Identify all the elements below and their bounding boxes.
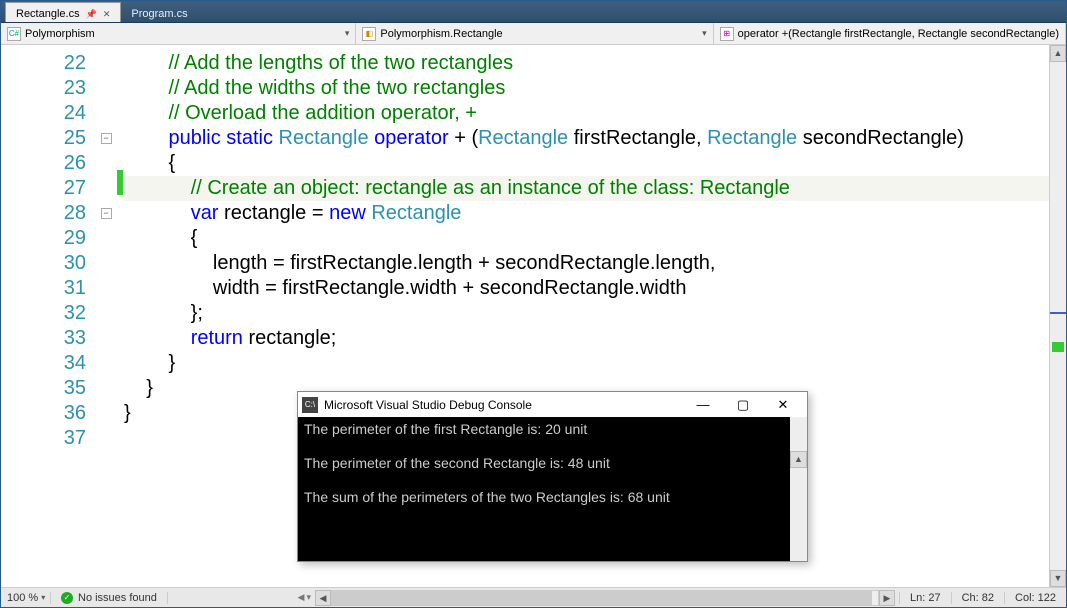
project-name: Polymorphism xyxy=(25,28,95,40)
fold-toggle[interactable]: − xyxy=(101,133,112,144)
navigation-bar: C# Polymorphism ▾ ◧ Polymorphism.Rectang… xyxy=(1,23,1066,45)
line-number-gutter: 22232425262728293031323334353637 xyxy=(1,45,96,587)
caret-col: Col: 122 xyxy=(1004,592,1066,604)
caret-marker xyxy=(1050,312,1066,314)
console-scrollbar[interactable]: ▲ xyxy=(790,417,807,561)
scroll-down-button[interactable]: ▼ xyxy=(1050,570,1066,587)
scroll-track[interactable] xyxy=(1050,62,1066,570)
code-line[interactable]: // Overload the addition operator, + xyxy=(124,101,1049,126)
close-button[interactable]: ✕ xyxy=(763,392,803,417)
console-title: Microsoft Visual Studio Debug Console xyxy=(324,398,532,412)
code-line[interactable]: return rectangle; xyxy=(124,326,1049,351)
issues-text: No issues found xyxy=(78,592,157,604)
scroll-up-button[interactable]: ▲ xyxy=(1050,45,1066,62)
class-name: Polymorphism.Rectangle xyxy=(380,28,502,40)
code-line[interactable]: // Create an object: rectangle as an ins… xyxy=(124,176,1049,201)
pin-icon[interactable]: 📌 xyxy=(86,9,97,20)
tab-label: Rectangle.cs xyxy=(16,8,80,20)
change-gutter xyxy=(116,45,124,587)
tab-label: Program.cs xyxy=(131,8,187,20)
scroll-right-button[interactable]: ▶ xyxy=(879,590,895,606)
code-line[interactable]: width = firstRectangle.width + secondRec… xyxy=(124,276,1049,301)
issues-indicator[interactable]: ✓ No issues found xyxy=(51,592,168,604)
fold-gutter[interactable]: −− xyxy=(96,45,116,587)
horizontal-scrollbar[interactable]: ◀ ▶ xyxy=(315,590,895,606)
code-line[interactable]: // Add the lengths of the two rectangles xyxy=(124,51,1049,76)
tab-rectangle-cs[interactable]: Rectangle.cs 📌 ✕ xyxy=(5,2,121,22)
code-line[interactable]: // Add the widths of the two rectangles xyxy=(124,76,1049,101)
caret-char: Ch: 82 xyxy=(951,592,1004,604)
zoom-value: 100 % xyxy=(7,592,38,604)
zoom-selector[interactable]: 100 % ▾ xyxy=(1,592,51,604)
code-line[interactable]: var rectangle = new Rectangle xyxy=(124,201,1049,226)
project-selector[interactable]: C# Polymorphism ▾ xyxy=(1,23,356,44)
code-line[interactable]: length = firstRectangle.length + secondR… xyxy=(124,251,1049,276)
nav-left-icon[interactable]: ◀ xyxy=(298,592,305,603)
caret-line: Ln: 27 xyxy=(899,592,951,604)
scroll-track[interactable] xyxy=(331,590,879,606)
minimize-button[interactable]: — xyxy=(683,392,723,417)
csharp-icon: C# xyxy=(7,27,21,41)
console-titlebar[interactable]: C:\ Microsoft Visual Studio Debug Consol… xyxy=(298,392,807,417)
member-selector[interactable]: ⊞ operator +(Rectangle firstRectangle, R… xyxy=(714,23,1066,44)
fold-toggle[interactable]: − xyxy=(101,208,112,219)
nav-menu-icon[interactable]: ▾ xyxy=(306,592,311,603)
chevron-down-icon: ▾ xyxy=(702,28,707,39)
code-line[interactable]: { xyxy=(124,226,1049,251)
document-tab-row: Rectangle.cs 📌 ✕ Program.cs xyxy=(1,1,1066,23)
nav-arrows[interactable]: ◀ ▾ xyxy=(298,592,311,603)
code-line[interactable]: } xyxy=(124,351,1049,376)
change-marker xyxy=(1052,342,1064,352)
debug-console-window[interactable]: C:\ Microsoft Visual Studio Debug Consol… xyxy=(297,391,808,562)
cmd-icon: C:\ xyxy=(302,397,318,413)
code-line[interactable]: public static Rectangle operator + (Rect… xyxy=(124,126,1049,151)
vertical-scrollbar[interactable]: ▲ ▼ xyxy=(1049,45,1066,587)
scroll-up-button[interactable]: ▲ xyxy=(790,451,807,468)
code-line[interactable]: { xyxy=(124,151,1049,176)
tab-program-cs[interactable]: Program.cs xyxy=(121,2,197,22)
check-icon: ✓ xyxy=(61,592,73,604)
operator-icon: ⊞ xyxy=(720,27,734,41)
console-output[interactable]: The perimeter of the first Rectangle is:… xyxy=(298,417,807,561)
class-icon: ◧ xyxy=(362,27,376,41)
chevron-down-icon: ▾ xyxy=(41,593,45,602)
close-icon[interactable]: ✕ xyxy=(103,9,111,20)
status-bar: 100 % ▾ ✓ No issues found ◀ ▾ ◀ ▶ Ln: 27… xyxy=(1,587,1066,607)
maximize-button[interactable]: ▢ xyxy=(723,392,763,417)
member-name: operator +(Rectangle firstRectangle, Rec… xyxy=(738,28,1059,40)
chevron-down-icon: ▾ xyxy=(345,28,350,39)
code-line[interactable]: }; xyxy=(124,301,1049,326)
scroll-thumb[interactable] xyxy=(332,591,872,605)
class-selector[interactable]: ◧ Polymorphism.Rectangle ▾ xyxy=(356,23,713,44)
scroll-left-button[interactable]: ◀ xyxy=(315,590,331,606)
